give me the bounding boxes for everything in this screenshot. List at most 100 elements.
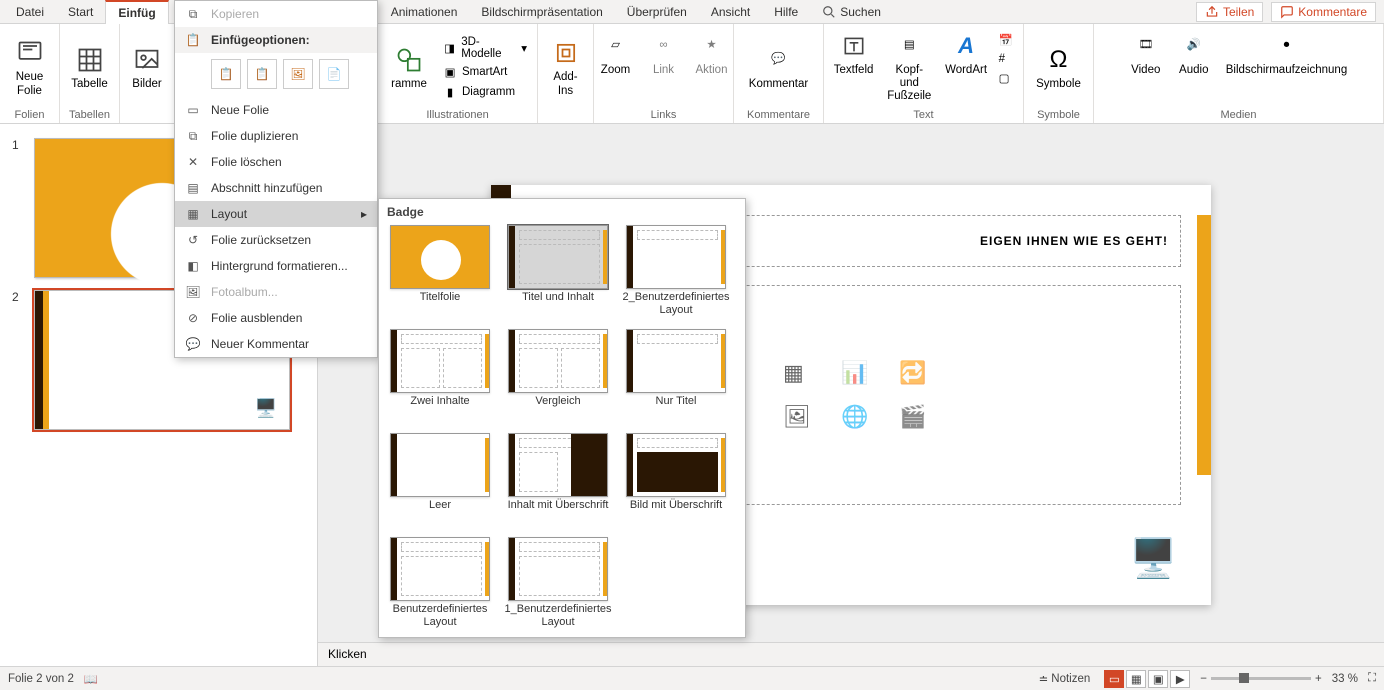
- cm-reset-slide[interactable]: ↺Folie zurücksetzen: [175, 227, 377, 253]
- cm-copy[interactable]: ⧉Kopieren: [175, 1, 377, 27]
- tab-animationen[interactable]: Animationen: [379, 1, 470, 23]
- paste-option-2[interactable]: 📋: [247, 59, 277, 89]
- wordart-button[interactable]: A WordArt: [941, 28, 990, 79]
- paste-icon: 📋: [185, 32, 201, 48]
- smartart-placeholder-icon[interactable]: 🔁: [899, 360, 939, 386]
- cm-format-background[interactable]: ◧Hintergrund formatieren...: [175, 253, 377, 279]
- new-slide-icon: [14, 37, 46, 69]
- tab-ueberpruefen[interactable]: Überprüfen: [615, 1, 699, 23]
- layout-gallery: Badge TitelfolieTitel und Inhalt2_Benutz…: [378, 198, 746, 638]
- group-label-symbole: Symbole: [1030, 107, 1087, 121]
- chart-placeholder-icon[interactable]: 📊: [841, 360, 881, 386]
- tab-start[interactable]: Start: [56, 1, 105, 23]
- layout-option[interactable]: Inhalt mit Überschrift: [505, 433, 611, 527]
- layout-option[interactable]: Zwei Inhalte: [387, 329, 493, 423]
- textbox-label: Textfeld: [834, 64, 874, 77]
- link-button[interactable]: ∞Link: [642, 28, 686, 79]
- header-footer-button[interactable]: ▤Kopf- und Fußzeile: [881, 28, 937, 106]
- zoom-in-button[interactable]: +: [1315, 673, 1322, 685]
- tab-einfuegen[interactable]: Einfüg: [105, 0, 168, 24]
- slide-context-menu: ⧉Kopieren 📋Einfügeoptionen: 📋 📋 🖼 📄 ▭Neu…: [174, 0, 378, 358]
- cm-new-slide[interactable]: ▭Neue Folie: [175, 97, 377, 123]
- layout-option[interactable]: Bild mit Überschrift: [623, 433, 729, 527]
- audio-button[interactable]: 🔊Audio: [1172, 28, 1216, 79]
- tab-ansicht[interactable]: Ansicht: [699, 1, 762, 23]
- layout-option[interactable]: Nur Titel: [623, 329, 729, 423]
- smartart-label: SmartArt: [462, 66, 507, 78]
- comment-icon: 💬: [185, 336, 201, 352]
- reset-icon: ↺: [185, 232, 201, 248]
- layout-gallery-header: Badge: [379, 199, 745, 225]
- cm-new-comment-label: Neuer Kommentar: [211, 337, 309, 351]
- cm-photo-album[interactable]: 🖼Fotoalbum...: [175, 279, 377, 305]
- cm-delete-slide[interactable]: ✕Folie löschen: [175, 149, 377, 175]
- video-placeholder-icon[interactable]: 🎬: [899, 404, 939, 430]
- cm-layout[interactable]: ▦Layout▸: [175, 201, 377, 227]
- screen-recording-label: Bildschirmaufzeichnung: [1226, 64, 1347, 77]
- online-picture-placeholder-icon[interactable]: 🌐: [841, 404, 881, 430]
- 3d-models-button[interactable]: ◨3D-Modelle ▾: [438, 35, 531, 61]
- comment-insert-button[interactable]: 💬Kommentar: [743, 42, 814, 93]
- record-icon: ⏺: [1270, 30, 1302, 62]
- fit-to-window-button[interactable]: ⛶: [1368, 672, 1376, 685]
- cm-new-comment[interactable]: 💬 Neuer Kommentar: [175, 331, 377, 357]
- table-placeholder-icon[interactable]: ▦: [783, 360, 823, 386]
- slide-number-button[interactable]: #: [995, 52, 1017, 66]
- date-button[interactable]: 📅: [995, 32, 1017, 48]
- wordart-label: WordArt: [945, 64, 987, 77]
- notes-toggle[interactable]: ≐ Notizen: [1035, 672, 1095, 686]
- picture-placeholder-icon[interactable]: 🖼: [783, 404, 823, 430]
- smartart-button[interactable]: ▣SmartArt: [438, 63, 531, 81]
- layout-thumb: [390, 329, 490, 393]
- zoom-percent[interactable]: 33 %: [1332, 673, 1358, 685]
- tab-bildschirmpraesentation[interactable]: Bildschirmpräsentation: [469, 1, 614, 23]
- layout-option[interactable]: Leer: [387, 433, 493, 527]
- zoom-out-button[interactable]: −: [1200, 673, 1207, 685]
- spellcheck-icon[interactable]: 📖: [84, 672, 98, 686]
- duplicate-icon: ⧉: [185, 128, 201, 144]
- chart-label: Diagramm: [462, 86, 515, 98]
- object-button[interactable]: ▢: [995, 70, 1017, 86]
- share-button[interactable]: Teilen: [1196, 2, 1263, 22]
- cm-delete-slide-label: Folie löschen: [211, 155, 282, 169]
- video-button[interactable]: 🎞Video: [1124, 28, 1168, 79]
- cm-hide-slide[interactable]: ⊘Folie ausblenden: [175, 305, 377, 331]
- zoom-button[interactable]: ▱Zoom: [594, 28, 638, 79]
- layout-option[interactable]: Vergleich: [505, 329, 611, 423]
- group-label-folien: Folien: [6, 107, 53, 121]
- layout-option[interactable]: Titel und Inhalt: [505, 225, 611, 319]
- comments-button[interactable]: Kommentare: [1271, 2, 1376, 22]
- shapes-button[interactable]: ramme: [384, 42, 434, 93]
- screen-recording-button[interactable]: ⏺ Bildschirmaufzeichnung: [1220, 28, 1353, 79]
- layout-option[interactable]: Benutzerdefiniertes Layout: [387, 537, 493, 631]
- layout-option[interactable]: 1_Benutzerdefiniertes Layout: [505, 537, 611, 631]
- zoom-slider[interactable]: − +: [1200, 673, 1321, 685]
- slideshow-view-button[interactable]: ▶: [1170, 670, 1190, 688]
- textbox-button[interactable]: Textfeld: [830, 28, 877, 79]
- wordart-icon: A: [950, 30, 982, 62]
- paste-option-4[interactable]: 📄: [319, 59, 349, 89]
- paste-option-1[interactable]: 📋: [211, 59, 241, 89]
- layout-option[interactable]: Titelfolie: [387, 225, 493, 319]
- pictures-icon: [131, 44, 163, 76]
- tab-hilfe[interactable]: Hilfe: [762, 1, 810, 23]
- layout-option[interactable]: 2_Benutzerdefiniertes Layout: [623, 225, 729, 319]
- chart-button[interactable]: ▮Diagramm: [438, 83, 531, 101]
- notes-pane-hint[interactable]: Klicken: [318, 642, 1384, 666]
- new-slide-button[interactable]: Neue Folie: [8, 35, 52, 99]
- search-label: Suchen: [840, 5, 881, 19]
- slide-icon: ▭: [185, 102, 201, 118]
- pictures-button[interactable]: Bilder: [125, 42, 169, 93]
- search-button[interactable]: Suchen: [810, 1, 893, 23]
- symbols-button[interactable]: ΩSymbole: [1030, 42, 1087, 93]
- cm-duplicate-slide[interactable]: ⧉Folie duplizieren: [175, 123, 377, 149]
- cm-add-section[interactable]: ▤Abschnitt hinzufügen: [175, 175, 377, 201]
- paste-option-3[interactable]: 🖼: [283, 59, 313, 89]
- reading-view-button[interactable]: ▣: [1148, 670, 1168, 688]
- sorter-view-button[interactable]: ▦: [1126, 670, 1146, 688]
- normal-view-button[interactable]: ▭: [1104, 670, 1124, 688]
- tab-datei[interactable]: Datei: [4, 1, 56, 23]
- table-button[interactable]: Tabelle: [65, 42, 113, 93]
- addins-button[interactable]: Add- Ins: [544, 35, 588, 99]
- action-button[interactable]: ★Aktion: [690, 28, 734, 79]
